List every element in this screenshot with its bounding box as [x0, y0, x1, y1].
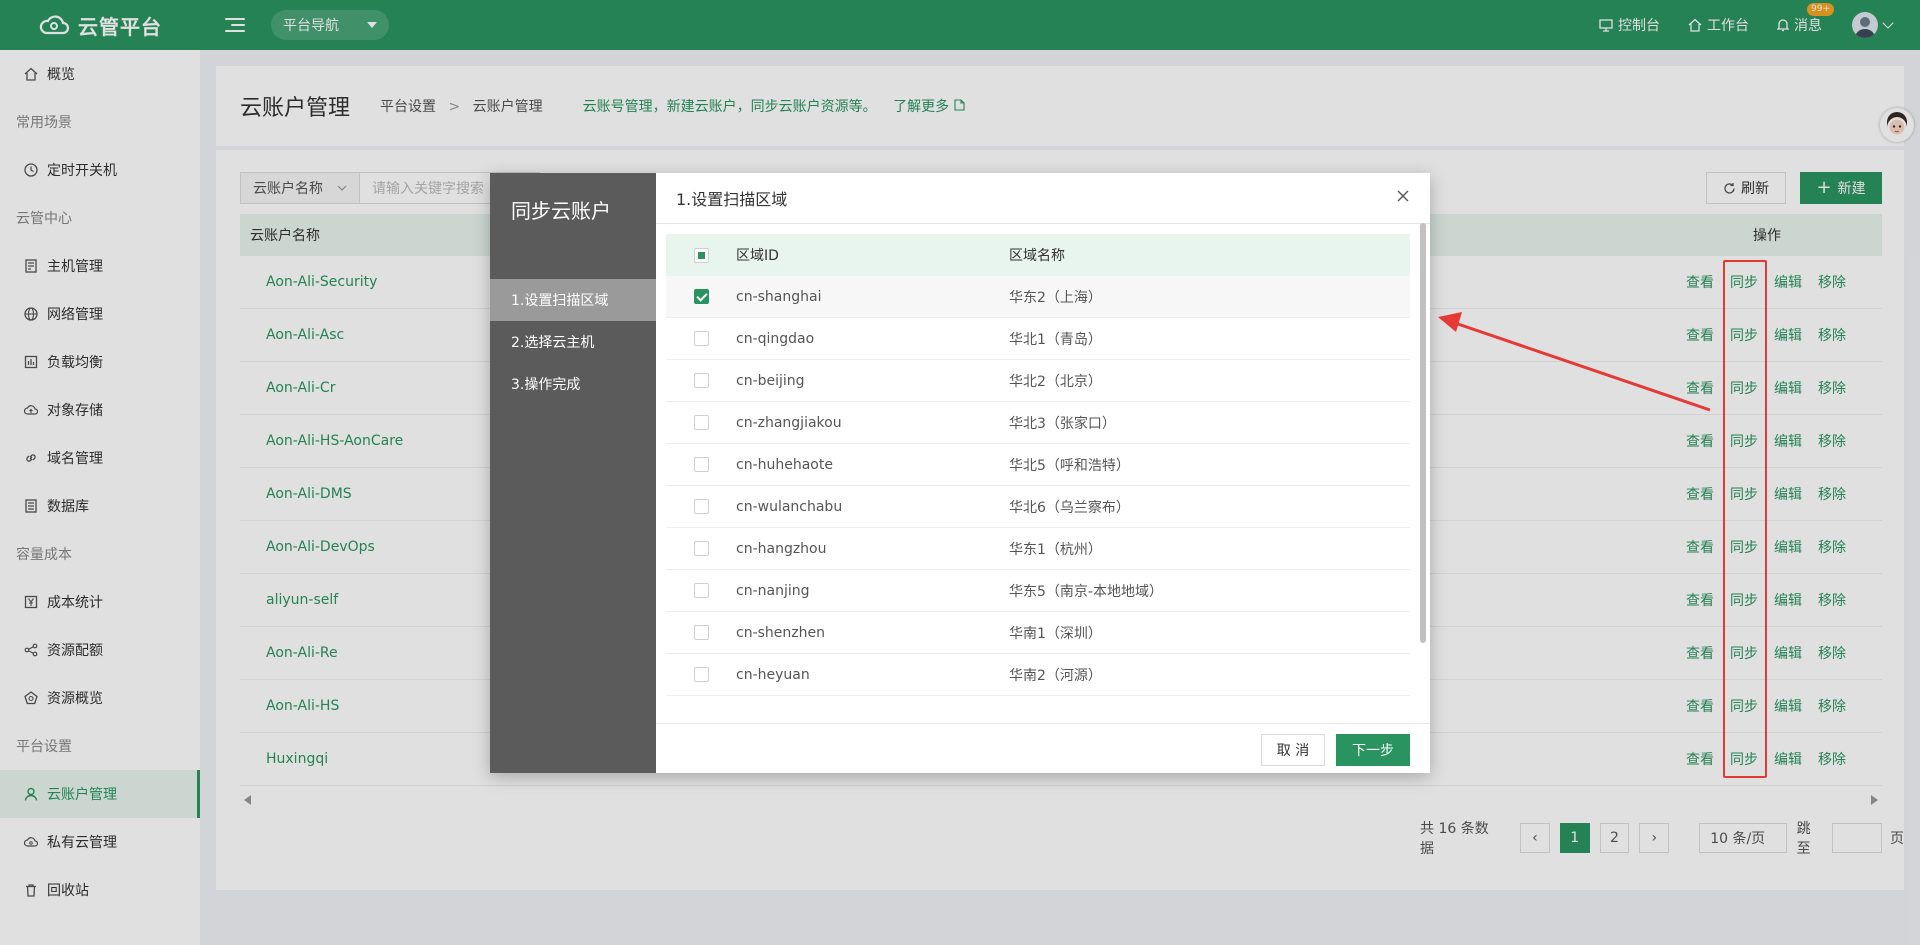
region-name: 华东5（南京-本地地域） — [1009, 583, 1163, 600]
region-row[interactable]: cn-zhangjiakou 华北3（张家口） — [666, 402, 1410, 444]
region-table-header: 区域ID 区域名称 — [666, 234, 1410, 276]
annotation-highlight-box — [1723, 260, 1767, 778]
region-name: 华北3（张家口） — [1009, 415, 1116, 432]
region-checkbox[interactable] — [693, 625, 709, 640]
region-name: 华北6（乌兰察布） — [1009, 499, 1130, 516]
region-id: cn-shenzhen — [736, 624, 825, 641]
region-id: cn-huhehaote — [736, 456, 833, 473]
region-checkbox[interactable] — [693, 457, 709, 472]
region-checkbox[interactable] — [693, 331, 709, 346]
region-id: cn-shanghai — [736, 288, 822, 305]
region-row[interactable]: cn-heyuan 华南2（河源） — [666, 654, 1410, 696]
next-step-button[interactable]: 下一步 — [1336, 734, 1410, 766]
region-name: 华南2（河源） — [1009, 667, 1102, 684]
col-header-region-name: 区域名称 — [1009, 248, 1065, 264]
region-row[interactable]: cn-qingdao 华北1（青岛） — [666, 318, 1410, 360]
region-name: 华东2（上海） — [1009, 289, 1102, 306]
region-checkbox[interactable] — [693, 289, 709, 304]
cancel-button[interactable]: 取 消 — [1261, 734, 1325, 766]
modal-title: 同步云账户 — [511, 199, 611, 223]
region-table: 区域ID 区域名称 cn-shanghai 华东2（上海） cn-qingdao 华北… — [666, 234, 1410, 712]
region-id: cn-qingdao — [736, 330, 815, 347]
region-name: 华东1（杭州） — [1009, 541, 1102, 558]
region-checkbox[interactable] — [693, 583, 709, 598]
region-row[interactable]: cn-shanghai 华东2（上海） — [666, 276, 1410, 318]
region-id: cn-heyuan — [736, 666, 810, 683]
region-row[interactable]: cn-nanjing 华东5（南京-本地地域） — [666, 570, 1410, 612]
region-checkbox[interactable] — [693, 541, 709, 556]
step-1[interactable]: 1.设置扫描区域 — [490, 279, 656, 321]
region-id: cn-beijing — [736, 372, 805, 389]
modal-content: 1.设置扫描区域 区域ID 区域名称 cn-shanghai 华东2（上海） cn-… — [656, 173, 1430, 773]
region-row[interactable]: cn-wulanchabu 华北6（乌兰察布） — [666, 486, 1410, 528]
select-all-checkbox[interactable] — [693, 247, 709, 263]
modal-step-panel: 同步云账户 1.设置扫描区域 2.选择云主机 3.操作完成 — [490, 173, 656, 773]
modal-footer: 取 消 下一步 — [656, 723, 1430, 773]
region-name: 华北2（北京） — [1009, 373, 1102, 390]
close-icon[interactable] — [1396, 189, 1410, 203]
region-checkbox[interactable] — [693, 373, 709, 388]
step-2[interactable]: 2.选择云主机 — [490, 321, 656, 363]
step-3[interactable]: 3.操作完成 — [490, 363, 656, 405]
region-id: cn-nanjing — [736, 582, 810, 599]
sync-account-modal: 同步云账户 1.设置扫描区域 2.选择云主机 3.操作完成 1.设置扫描区域 区… — [490, 173, 1430, 773]
region-row[interactable]: cn-shenzhen 华南1（深圳） — [666, 612, 1410, 654]
region-checkbox[interactable] — [693, 415, 709, 430]
region-row[interactable]: cn-hangzhou 华东1（杭州） — [666, 528, 1410, 570]
region-name: 华北5（呼和浩特） — [1009, 457, 1130, 474]
region-row[interactable]: cn-beijing 华北2（北京） — [666, 360, 1410, 402]
region-id: cn-zhangjiakou — [736, 414, 842, 431]
step-title: 1.设置扫描区域 — [656, 173, 1430, 224]
region-row[interactable]: cn-huhehaote 华北5（呼和浩特） — [666, 444, 1410, 486]
region-table-scrollbar[interactable] — [1420, 223, 1426, 643]
region-name: 华北1（青岛） — [1009, 331, 1102, 348]
region-id: cn-hangzhou — [736, 540, 827, 557]
region-checkbox[interactable] — [693, 667, 709, 682]
region-name: 华南1（深圳） — [1009, 625, 1102, 642]
region-id: cn-wulanchabu — [736, 498, 843, 515]
region-checkbox[interactable] — [693, 499, 709, 514]
col-header-region-id: 区域ID — [736, 248, 779, 264]
